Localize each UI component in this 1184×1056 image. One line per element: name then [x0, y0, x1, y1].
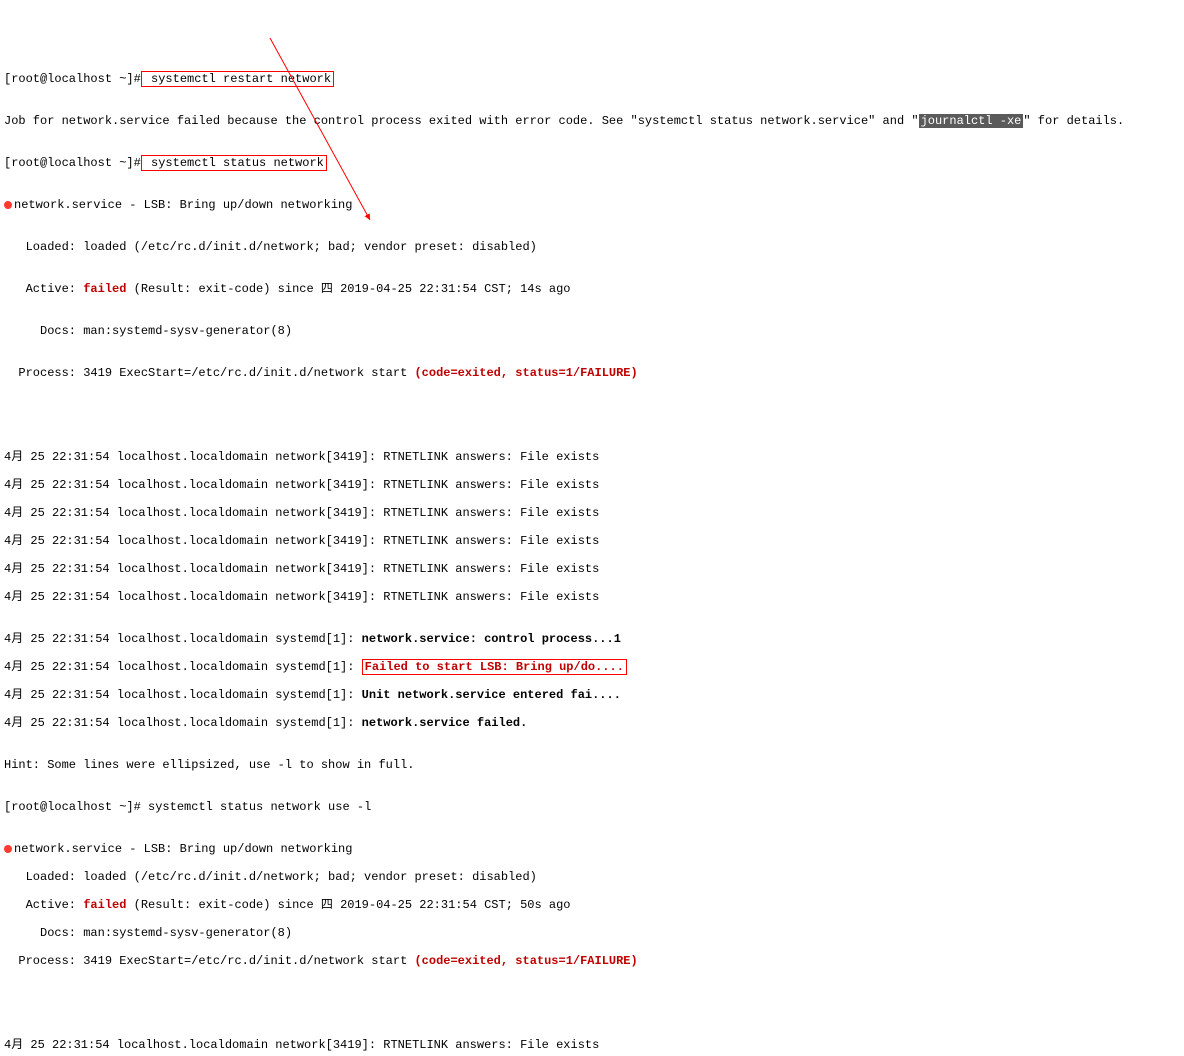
- status-dot-icon: [4, 201, 12, 209]
- log-prefix: 4月 25 22:31:54 localhost.localdomain sys…: [4, 716, 362, 730]
- status-dot-icon: [4, 845, 12, 853]
- process-a: Process: 3419 ExecStart=/etc/rc.d/init.d…: [4, 366, 414, 380]
- log-line: 4月 25 22:31:54 localhost.localdomain net…: [4, 1038, 1180, 1052]
- terminal-line: network.service - LSB: Bring up/down net…: [4, 198, 1180, 212]
- terminal-line: [root@localhost ~]# systemctl status net…: [4, 800, 1180, 814]
- active-a: Active:: [4, 898, 83, 912]
- loaded-line: Loaded: loaded (/etc/rc.d/init.d/network…: [4, 240, 537, 254]
- process-b: (code=exited, status=1/FAILURE): [414, 366, 637, 380]
- log-line: 4月 25 22:31:54 localhost.localdomain net…: [4, 534, 1180, 548]
- terminal-line: Job for network.service failed because t…: [4, 114, 1180, 128]
- terminal-line: Process: 3419 ExecStart=/etc/rc.d/init.d…: [4, 954, 1180, 968]
- sys-msg: network.service failed.: [362, 716, 528, 730]
- terminal-line: Docs: man:systemd-sysv-generator(8): [4, 324, 1180, 338]
- log-line: 4月 25 22:31:54 localhost.localdomain sys…: [4, 716, 1180, 730]
- log-line: 4月 25 22:31:54 localhost.localdomain sys…: [4, 688, 1180, 702]
- job-error-b: " for details.: [1023, 114, 1124, 128]
- log-line: 4月 25 22:31:54 localhost.localdomain net…: [4, 450, 1180, 464]
- prompt: [root@localhost ~]#: [4, 72, 141, 86]
- log-line: 4月 25 22:31:54 localhost.localdomain net…: [4, 478, 1180, 492]
- docs-line: Docs: man:systemd-sysv-generator(8): [4, 926, 292, 940]
- log-line: 4月 25 22:31:54 localhost.localdomain net…: [4, 590, 1180, 604]
- active-failed: failed: [83, 898, 126, 912]
- cmd-status-network: systemctl status network: [141, 155, 327, 171]
- active-b: (Result: exit-code) since 四 2019-04-25 2…: [126, 282, 570, 296]
- loaded-line: Loaded: loaded (/etc/rc.d/init.d/network…: [4, 870, 537, 884]
- blank-line: [4, 408, 1180, 422]
- prompt: [root@localhost ~]#: [4, 156, 141, 170]
- prompt: [root@localhost ~]#: [4, 800, 141, 814]
- journalctl-highlight: journalctl -xe: [919, 114, 1024, 128]
- service-line: network.service - LSB: Bring up/down net…: [14, 842, 352, 856]
- sys-msg-failed: Failed to start LSB: Bring up/do....: [362, 659, 627, 675]
- terminal-line: Active: failed (Result: exit-code) since…: [4, 898, 1180, 912]
- log-line: 4月 25 22:31:54 localhost.localdomain sys…: [4, 632, 1180, 646]
- log-prefix: 4月 25 22:31:54 localhost.localdomain sys…: [4, 688, 362, 702]
- terminal-line: Loaded: loaded (/etc/rc.d/init.d/network…: [4, 870, 1180, 884]
- terminal-line: network.service - LSB: Bring up/down net…: [4, 842, 1180, 856]
- cmd-restart-network: systemctl restart network: [141, 71, 334, 87]
- sys-msg: network.service: control process...1: [362, 632, 621, 646]
- terminal-line: Loaded: loaded (/etc/rc.d/init.d/network…: [4, 240, 1180, 254]
- process-b: (code=exited, status=1/FAILURE): [414, 954, 637, 968]
- log-line: 4月 25 22:31:54 localhost.localdomain sys…: [4, 660, 1180, 674]
- active-failed: failed: [83, 282, 126, 296]
- terminal-line: [root@localhost ~]# systemctl status net…: [4, 156, 1180, 170]
- docs-line: Docs: man:systemd-sysv-generator(8): [4, 324, 292, 338]
- terminal-line: [root@localhost ~]# systemctl restart ne…: [4, 72, 1180, 86]
- job-error-a: Job for network.service failed because t…: [4, 114, 919, 128]
- hint-line: Hint: Some lines were ellipsized, use -l…: [4, 758, 1180, 772]
- sys-msg: Unit network.service entered fai....: [362, 688, 621, 702]
- active-a: Active:: [4, 282, 83, 296]
- service-line: network.service - LSB: Bring up/down net…: [14, 198, 352, 212]
- blank-line: [4, 996, 1180, 1010]
- log-prefix: 4月 25 22:31:54 localhost.localdomain sys…: [4, 660, 362, 674]
- cmd-status-network-l: systemctl status network use -l: [148, 800, 371, 814]
- process-a: Process: 3419 ExecStart=/etc/rc.d/init.d…: [4, 954, 414, 968]
- log-prefix: 4月 25 22:31:54 localhost.localdomain sys…: [4, 632, 362, 646]
- log-line: 4月 25 22:31:54 localhost.localdomain net…: [4, 562, 1180, 576]
- terminal-line: Active: failed (Result: exit-code) since…: [4, 282, 1180, 296]
- log-line: 4月 25 22:31:54 localhost.localdomain net…: [4, 506, 1180, 520]
- terminal-line: Process: 3419 ExecStart=/etc/rc.d/init.d…: [4, 366, 1180, 380]
- terminal-line: Docs: man:systemd-sysv-generator(8): [4, 926, 1180, 940]
- active-b: (Result: exit-code) since 四 2019-04-25 2…: [126, 898, 570, 912]
